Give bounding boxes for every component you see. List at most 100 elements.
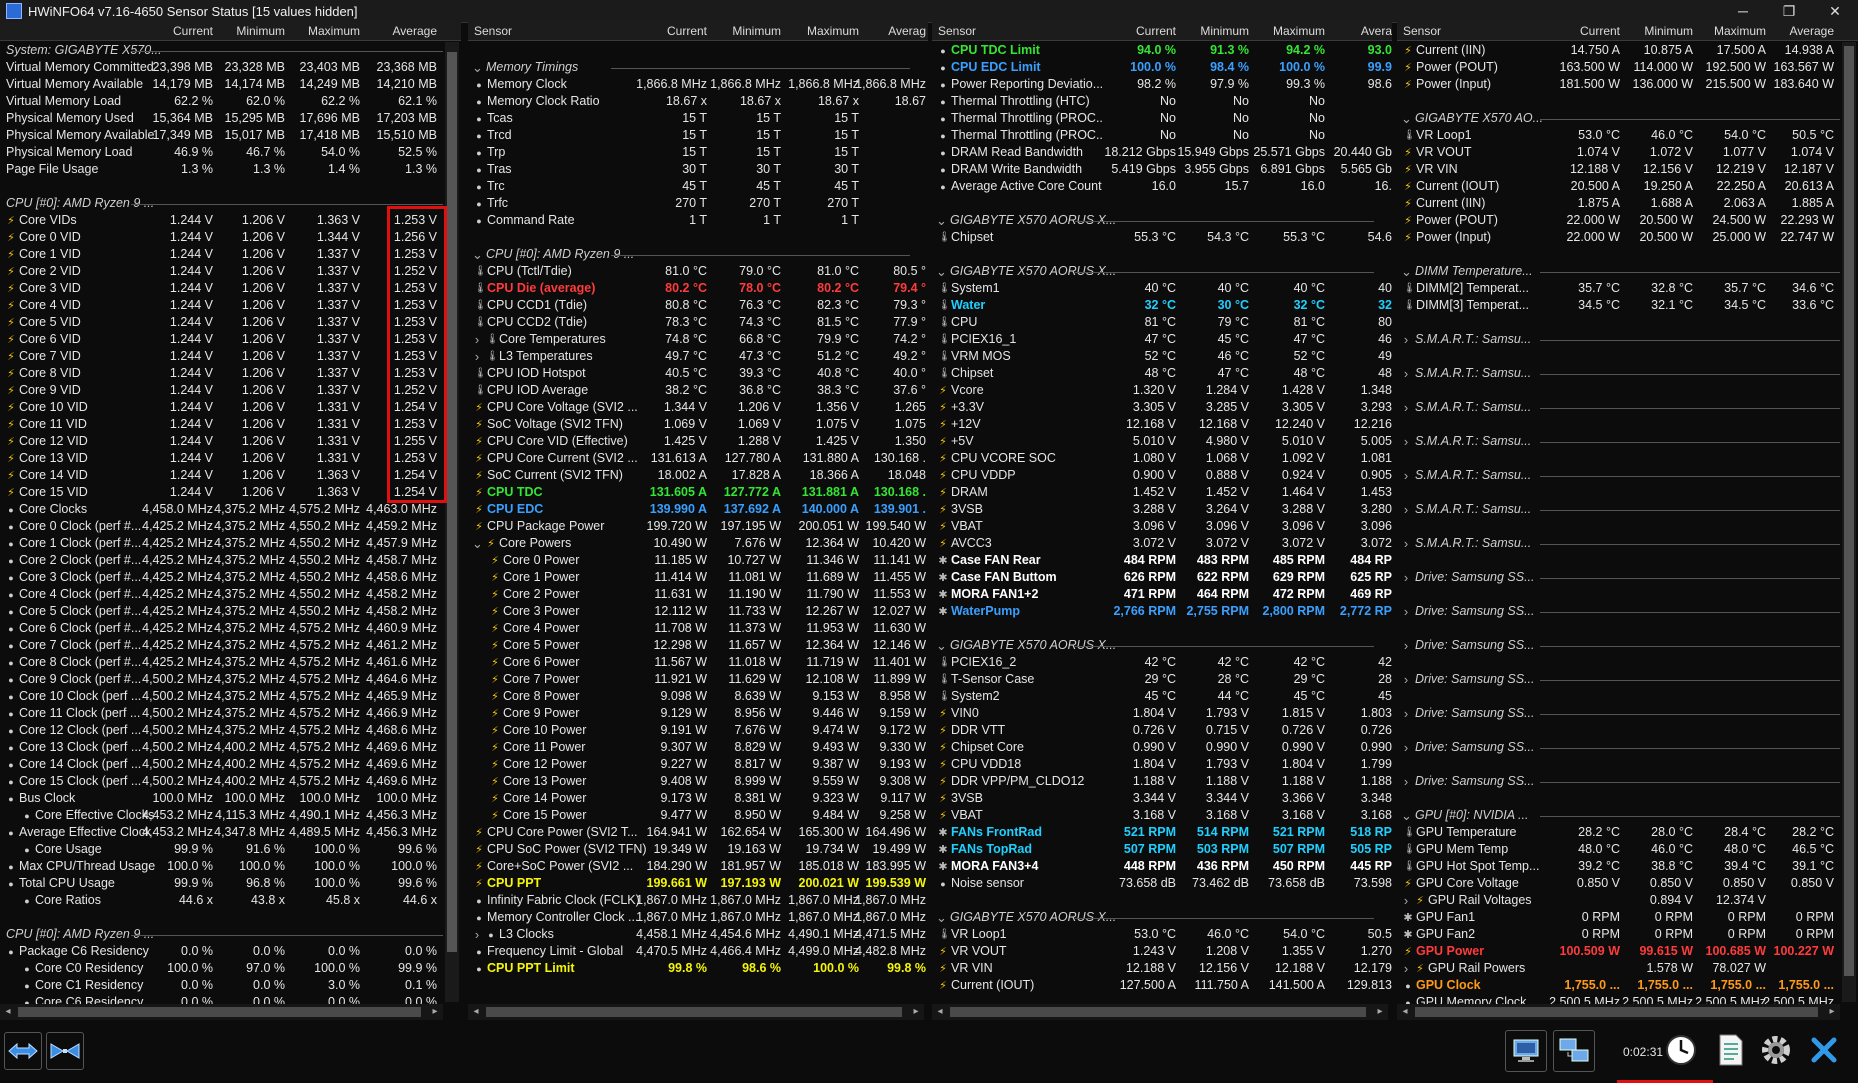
sensor-row[interactable]: ● Bus Clock 100.0 MHz 100.0 MHz 100.0 MHz 100… <box>0 791 461 807</box>
sensor-row[interactable]: ⚡ Power (POUT) 163.500 W 114.000 W 192.500 W… <box>1397 60 1858 76</box>
sensor-row[interactable]: ● Max CPU/Thread Usage 100.0 % 100.0 % 100.0… <box>0 859 461 875</box>
sensor-row[interactable]: ⚡ CPU Core Power (SVI2 T... 164.941 W 162.6… <box>468 825 928 841</box>
sensor-row[interactable]: ⚡ CPU Core Voltage (SVI2 ... 1.344 V 1.206 … <box>468 400 928 416</box>
header-col[interactable]: Average <box>1774 24 1834 38</box>
sensor-row[interactable]: ● Core 6 Clock (perf #... 4,425.2 MHz 4,375… <box>0 621 461 637</box>
header-sensor[interactable]: Sensor <box>1403 24 1441 38</box>
chevron-down-icon[interactable]: ⌄ <box>936 265 947 278</box>
sensor-row[interactable]: ✱ FANs TopRad 507 RPM 503 RPM 507 RPM 505 RP <box>932 842 1392 858</box>
sensor-row[interactable]: ● Infinity Fabric Clock (FCLK) 1,867.0 MHz… <box>468 893 928 909</box>
sensor-row[interactable]: ✱ Case FAN Rear 484 RPM 483 RPM 485 RPM 484 R… <box>932 553 1392 569</box>
sensor-row[interactable]: ⚡ Core 10 Power 9.191 W 7.676 W 9.474 W 9.172… <box>468 723 928 739</box>
chevron-down-icon[interactable]: ⌄ <box>1401 112 1412 125</box>
chevron-right-icon[interactable]: › <box>1401 673 1411 686</box>
chevron-right-icon[interactable]: › <box>472 350 482 363</box>
chevron-down-icon[interactable]: ⌄ <box>472 248 483 261</box>
chevron-right-icon[interactable]: › <box>1401 469 1411 482</box>
sensor-row[interactable]: 🌡 VR Loop1 53.0 °C 46.0 °C 54.0 °C 50.5 °C <box>1397 128 1858 144</box>
sensor-row[interactable]: ⚡ CPU VDD18 1.804 V 1.793 V 1.804 V 1.799 <box>932 757 1392 773</box>
sensor-group-header[interactable]: › S.M.A.R.T.: Samsu... <box>1397 400 1858 416</box>
sensor-row[interactable]: ⚡ SoC Current (SVI2 TFN) 18.002 A 17.828 A 1… <box>468 468 928 484</box>
chevron-right-icon[interactable]: › <box>1401 775 1411 788</box>
sensor-group-header[interactable]: ⌄ Memory Timings <box>468 60 928 76</box>
chevron-right-icon[interactable]: › <box>1401 894 1411 907</box>
sensor-group-header[interactable]: ⌄ GPU [#0]: NVIDIA ... <box>1397 808 1858 824</box>
sensor-row[interactable]: 🌡 VRM MOS 52 °C 46 °C 52 °C 49 <box>932 349 1392 365</box>
sensor-row[interactable]: ⚡ +5V 5.010 V 4.980 V 5.010 V 5.005 <box>932 434 1392 450</box>
sensor-group-header[interactable]: › Drive: Samsung SS... <box>1397 672 1858 688</box>
sensor-row[interactable]: ● Trcd 15 T 15 T 15 T <box>468 128 928 144</box>
sensor-row[interactable]: ● Core 14 Clock (perf ... 4,500.2 MHz 4,400… <box>0 757 461 773</box>
sensor-row[interactable]: ⚡ Core 12 Power 9.227 W 8.817 W 9.387 W 9.193… <box>468 757 928 773</box>
sensor-row[interactable]: ● Thermal Throttling (HTC) No No No <box>932 94 1392 110</box>
sensor-row[interactable]: 🌡 Water 32 °C 30 °C 32 °C 32 <box>932 298 1392 314</box>
settings-gear-icon[interactable] <box>1758 1032 1794 1068</box>
chevron-right-icon[interactable]: › <box>1401 503 1411 516</box>
chevron-right-icon[interactable]: › <box>1401 333 1411 346</box>
sensor-group-header[interactable]: › Drive: Samsung SS... <box>1397 706 1858 722</box>
sensor-row[interactable]: ⚡ +3.3V 3.305 V 3.285 V 3.305 V 3.293 <box>932 400 1392 416</box>
sensor-row[interactable]: ✱ MORA FAN3+4 448 RPM 436 RPM 450 RPM 445 RP <box>932 859 1392 875</box>
maximize-button[interactable]: ❐ <box>1766 0 1812 22</box>
chevron-right-icon[interactable]: › <box>1401 571 1411 584</box>
sensor-row[interactable]: ⚡ Current (IIN) 1.875 A 1.688 A 2.063 A 1.885… <box>1397 196 1858 212</box>
sensor-row[interactable]: ⚡ Power (Input) 22.000 W 20.500 W 25.000 W 22… <box>1397 230 1858 246</box>
nav-collapse-icon[interactable] <box>46 1032 84 1070</box>
chevron-down-icon[interactable]: ⌄ <box>472 537 483 550</box>
sensor-row[interactable]: › 🌡 L3 Temperatures 49.7 °C 47.3 °C 51.2 °C 49… <box>468 349 928 365</box>
network-icon[interactable] <box>1505 1030 1547 1072</box>
sensor-row[interactable]: ● Frequency Limit - Global 4,470.5 MHz 4,46… <box>468 944 928 960</box>
header-col[interactable]: Minimum <box>1633 24 1693 38</box>
sensor-row[interactable]: ● Core 13 Clock (perf ... 4,500.2 MHz 4,400… <box>0 740 461 756</box>
sensor-row[interactable]: ● Power Reporting Deviatio... 98.2 % 97.9 %… <box>932 77 1392 93</box>
sensor-row[interactable]: 🌡 GPU Mem Temp 48.0 °C 46.0 °C 48.0 °C 46.5 °… <box>1397 842 1858 858</box>
header-col[interactable]: Minimum <box>1189 24 1249 38</box>
scroll-left-icon[interactable]: ◂ <box>468 1004 484 1020</box>
sensor-row[interactable]: ⚡ DDR VTT 0.726 V 0.715 V 0.726 V 0.726 <box>932 723 1392 739</box>
sensor-group-header[interactable]: › S.M.A.R.T.: Samsu... <box>1397 434 1858 450</box>
sensor-group-header[interactable]: ⌄ GIGABYTE X570 AORUS X... <box>932 910 1392 926</box>
sensor-row[interactable]: ⚡ Current (IIN) 14.750 A 10.875 A 17.500 A 14… <box>1397 43 1858 59</box>
header-col[interactable]: Maximum <box>300 24 360 38</box>
vertical-scrollbar[interactable] <box>445 42 459 1002</box>
sensor-row[interactable]: ● Trc 45 T 45 T 45 T <box>468 179 928 195</box>
sensor-row[interactable]: ● Core C0 Residency 100.0 % 97.0 % 100.0 % 99… <box>0 961 461 977</box>
scroll-right-icon[interactable]: ▸ <box>908 1004 924 1020</box>
sensor-row[interactable]: › ⚡ GPU Rail Voltages 0.894 V 12.374 V <box>1397 893 1858 909</box>
sensor-row[interactable]: ✱ MORA FAN1+2 471 RPM 464 RPM 472 RPM 469 RP <box>932 587 1392 603</box>
scrollbar-thumb[interactable] <box>1844 46 1854 976</box>
report-icon[interactable] <box>1713 1032 1749 1068</box>
sensor-row[interactable]: ⚡ Current (IOUT) 127.500 A 111.750 A 141.500… <box>932 978 1392 994</box>
sensor-row[interactable]: ✱ WaterPump 2,766 RPM 2,755 RPM 2,800 RPM 2,7… <box>932 604 1392 620</box>
sensor-row[interactable]: ⚡ Core 1 Power 11.414 W 11.081 W 11.689 W 11.… <box>468 570 928 586</box>
sensor-row[interactable]: ⚡ Core 2 Power 11.631 W 11.190 W 11.790 W 11.… <box>468 587 928 603</box>
sensor-group-header[interactable]: › S.M.A.R.T.: Samsu... <box>1397 366 1858 382</box>
chevron-right-icon[interactable]: › <box>1401 741 1411 754</box>
header-sensor[interactable]: Sensor <box>938 24 976 38</box>
sensor-row[interactable]: ⚡ SoC Voltage (SVI2 TFN) 1.069 V 1.069 V 1.0… <box>468 417 928 433</box>
header-sensor[interactable]: Sensor <box>474 24 512 38</box>
sensor-row[interactable]: › ● L3 Clocks 4,458.1 MHz 4,454.6 MHz 4,490.1… <box>468 927 928 943</box>
chevron-right-icon[interactable]: › <box>1401 605 1411 618</box>
sensor-row[interactable]: 🌡 DIMM[3] Temperat... 34.5 °C 32.1 °C 34.5 °… <box>1397 298 1858 314</box>
sensor-row[interactable]: ⚡ Core 13 Power 9.408 W 8.999 W 9.559 W 9.308… <box>468 774 928 790</box>
header-col[interactable]: Current <box>1560 24 1620 38</box>
sensor-row[interactable]: ⚡ Core 3 Power 12.112 W 11.733 W 12.267 W 12.… <box>468 604 928 620</box>
sensor-row[interactable]: ● Tcas 15 T 15 T 15 T <box>468 111 928 127</box>
sensor-row[interactable]: ⚡ Core 5 Power 12.298 W 11.657 W 12.364 W 12.… <box>468 638 928 654</box>
sensor-row[interactable]: ⚡ VR VOUT 1.243 V 1.208 V 1.355 V 1.270 <box>932 944 1392 960</box>
sensor-row[interactable]: ● Core 15 Clock (perf ... 4,500.2 MHz 4,400… <box>0 774 461 790</box>
scrollbar-thumb[interactable] <box>950 1007 1366 1017</box>
sensor-row[interactable]: › 🌡 Core Temperatures 74.8 °C 66.8 °C 79.9 °C… <box>468 332 928 348</box>
sensor-group-header[interactable]: › S.M.A.R.T.: Samsu... <box>1397 332 1858 348</box>
sensor-row[interactable]: 🌡 Chipset 55.3 °C 54.3 °C 55.3 °C 54.6 <box>932 230 1392 246</box>
sensor-row[interactable]: ● Core 1 Clock (perf #... 4,425.2 MHz 4,375… <box>0 536 461 552</box>
vertical-scrollbar[interactable] <box>1842 42 1856 1002</box>
sensor-group-header[interactable]: › S.M.A.R.T.: Samsu... <box>1397 502 1858 518</box>
sensor-row[interactable]: ✱ FANs FrontRad 521 RPM 514 RPM 521 RPM 518 R… <box>932 825 1392 841</box>
sensor-row[interactable]: ● Core 12 Clock (perf ... 4,500.2 MHz 4,375… <box>0 723 461 739</box>
chevron-down-icon[interactable]: ⌄ <box>1401 265 1412 278</box>
header-col[interactable]: Averag <box>866 24 926 38</box>
chevron-down-icon[interactable]: ⌄ <box>936 639 947 652</box>
sensor-row[interactable]: ⚡ Core 0 Power 11.185 W 10.727 W 11.346 W 11.… <box>468 553 928 569</box>
